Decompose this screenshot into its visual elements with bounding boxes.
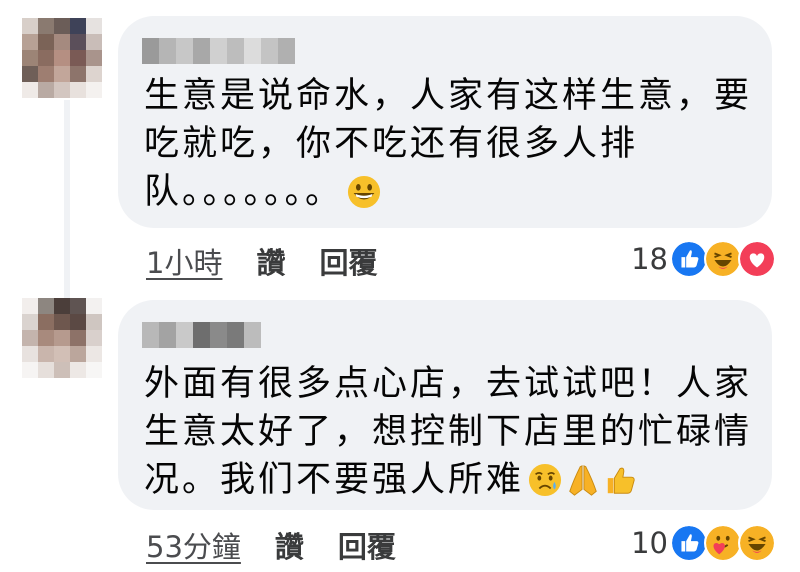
folded-hands-emoji-icon bbox=[569, 465, 597, 496]
reply-button[interactable]: 回覆 bbox=[319, 240, 377, 282]
comment-actions: 53分鐘 讚 回覆 bbox=[146, 524, 396, 566]
avatar[interactable] bbox=[22, 298, 102, 378]
haha-reaction-icon bbox=[738, 524, 776, 562]
haha-reaction-icon bbox=[704, 240, 742, 278]
thread-line bbox=[64, 100, 70, 300]
love-reaction-icon bbox=[738, 240, 776, 278]
like-button[interactable]: 讚 bbox=[275, 524, 304, 566]
like-button[interactable]: 讚 bbox=[256, 240, 285, 282]
reaction-summary[interactable]: 18 bbox=[631, 240, 776, 278]
grinning-face-emoji-icon bbox=[347, 175, 381, 209]
reaction-count: 10 bbox=[631, 526, 668, 560]
comment-text: 生意是说命水，人家有这样生意，要 吃就吃，你不吃还有很多人排 队。。。。。。。 bbox=[144, 72, 752, 216]
comment-line: 外面有很多点心店，去试试吧！人家 bbox=[144, 364, 753, 404]
like-reaction-icon bbox=[670, 240, 708, 278]
reaction-summary[interactable]: 10 bbox=[631, 524, 776, 562]
avatar[interactable] bbox=[22, 18, 102, 98]
comment-line: 生意太好了，想控制下店里的忙碌情 bbox=[144, 412, 753, 452]
reply-button[interactable]: 回覆 bbox=[338, 524, 396, 566]
comment-line: 生意是说命水，人家有这样生意，要 bbox=[144, 76, 753, 116]
comment-line: 况。我们不要强人所难 bbox=[144, 456, 752, 504]
blurred-author-name[interactable] bbox=[142, 322, 261, 348]
comment-timestamp[interactable]: 53分鐘 bbox=[146, 524, 241, 566]
reaction-count: 18 bbox=[631, 242, 668, 276]
sad-relieved-face-emoji-icon bbox=[528, 463, 562, 497]
comment-line: 队。。。。。。。 bbox=[144, 168, 752, 216]
comment-line: 吃就吃，你不吃还有很多人排 bbox=[144, 124, 639, 164]
comment-bubble: 生意是说命水，人家有这样生意，要 吃就吃，你不吃还有很多人排 队。。。。。。。 bbox=[118, 16, 772, 228]
comment-bubble: 外面有很多点心店，去试试吧！人家 生意太好了，想控制下店里的忙碌情 况。我们不要… bbox=[118, 300, 772, 510]
comment-timestamp[interactable]: 1小時 bbox=[146, 240, 222, 282]
blurred-author-name[interactable] bbox=[142, 38, 295, 64]
like-reaction-icon bbox=[670, 524, 708, 562]
comment-actions: 1小時 讚 回覆 bbox=[146, 240, 377, 282]
comment-text: 外面有很多点心店，去试试吧！人家 生意太好了，想控制下店里的忙碌情 况。我们不要… bbox=[144, 360, 752, 504]
care-reaction-icon bbox=[704, 524, 742, 562]
thumbs-up-emoji-icon bbox=[607, 467, 635, 494]
